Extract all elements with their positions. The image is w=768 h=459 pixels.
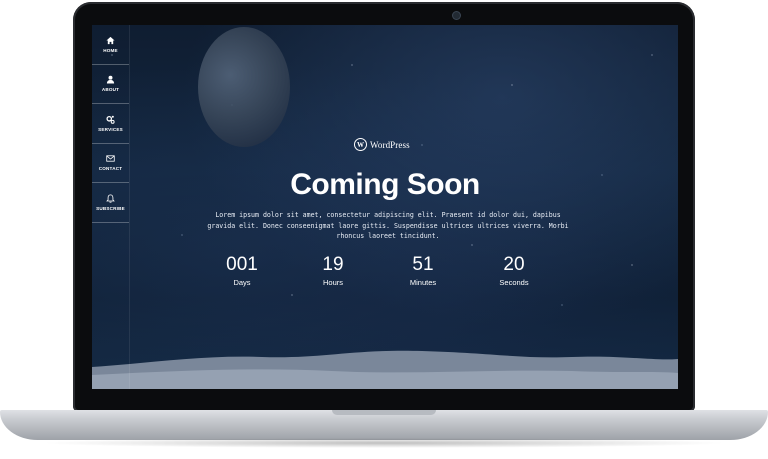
sidebar-item-services[interactable]: SERVICES bbox=[92, 104, 129, 144]
countdown-label: Hours bbox=[293, 278, 373, 287]
sidebar-item-label: SERVICES bbox=[98, 127, 123, 132]
countdown-value: 19 bbox=[293, 254, 373, 276]
countdown-days: 001 Days bbox=[202, 254, 282, 287]
countdown-value: 001 bbox=[202, 254, 282, 276]
laptop-base bbox=[0, 410, 768, 440]
webcam-icon bbox=[453, 12, 460, 19]
countdown-value: 20 bbox=[474, 254, 554, 276]
countdown-label: Seconds bbox=[474, 278, 554, 287]
laptop-shadow bbox=[40, 438, 728, 448]
laptop-opening-notch bbox=[332, 410, 436, 415]
envelope-icon bbox=[106, 154, 115, 163]
countdown-value: 51 bbox=[383, 254, 463, 276]
hero-description: Lorem ipsum dolor sit amet, consectetur … bbox=[202, 210, 574, 242]
countdown-minutes: 51 Minutes bbox=[383, 254, 463, 287]
user-icon bbox=[106, 75, 115, 84]
sidebar-item-label: ABOUT bbox=[102, 87, 119, 92]
gears-icon bbox=[106, 115, 115, 124]
moon-graphic bbox=[198, 27, 290, 147]
sidebar-item-about[interactable]: ABOUT bbox=[92, 65, 129, 105]
countdown-hours: 19 Hours bbox=[293, 254, 373, 287]
page-title: Coming Soon bbox=[92, 168, 678, 202]
wordpress-icon: W bbox=[354, 138, 367, 151]
countdown-seconds: 20 Seconds bbox=[474, 254, 554, 287]
logo-text: WordPress bbox=[370, 140, 410, 150]
home-icon bbox=[106, 36, 115, 45]
countdown-label: Days bbox=[202, 278, 282, 287]
countdown-timer: 001 Days 19 Hours 51 Minutes 20 Seconds bbox=[202, 254, 572, 294]
sidebar-nav: HOME ABOUT SERVICES CONTACT SUBSCRIBE bbox=[92, 25, 130, 389]
sidebar-item-label: SUBSCRIBE bbox=[96, 206, 125, 211]
snow-hills-graphic bbox=[92, 345, 678, 389]
countdown-label: Minutes bbox=[383, 278, 463, 287]
website-screen: HOME ABOUT SERVICES CONTACT SUBSCRIBE W … bbox=[92, 25, 678, 389]
wordpress-logo: W WordPress bbox=[354, 138, 410, 151]
starfield-background bbox=[92, 25, 678, 389]
sidebar-item-label: HOME bbox=[103, 48, 118, 53]
sidebar-item-home[interactable]: HOME bbox=[92, 25, 129, 65]
